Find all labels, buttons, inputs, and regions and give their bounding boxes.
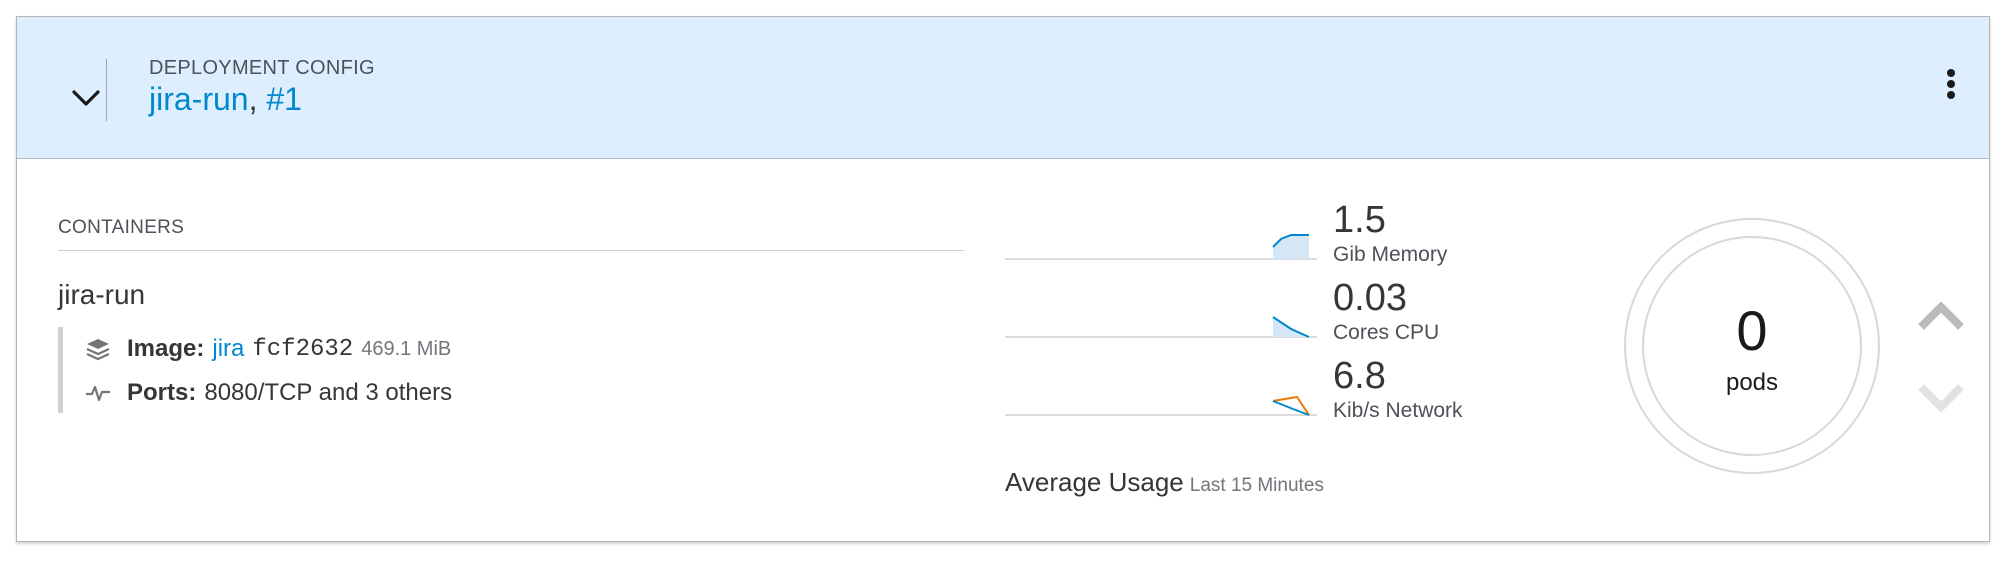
cpu-unit: Cores CPU [1333,321,1440,344]
resource-kind-label: DEPLOYMENT CONFIG [149,57,375,79]
pod-count: 0 [1736,299,1768,362]
image-row: Image: jira fcf2632 469.1 MiB [83,331,451,367]
collapse-toggle-button[interactable] [57,67,117,127]
header-divider [106,59,107,121]
chevron-up-icon [1918,301,1964,330]
chevron-down-icon [72,90,100,106]
network-unit: Kib/s Network [1333,399,1463,422]
resource-title: jira-run, #1 [149,81,302,118]
card-header: DEPLOYMENT CONFIG jira-run, #1 [17,17,1989,159]
deployment-name-link[interactable]: jira-run [149,81,249,117]
ports-row: Ports: 8080/TCP and 3 others [83,375,452,411]
cpu-value: 0.03 [1333,277,1407,319]
image-hash: fcf2632 [252,335,354,363]
ports-label: Ports: [127,379,197,406]
containers-divider [58,250,964,251]
deployment-version-link[interactable]: #1 [266,81,302,117]
containers-heading: CONTAINERS [58,217,185,238]
layers-icon [83,337,113,361]
container-details: Image: jira fcf2632 469.1 MiB Ports: 808… [58,327,658,413]
image-size: 469.1 MiB [361,337,452,360]
chevron-down-icon [1918,384,1964,413]
network-sparkline [1005,395,1317,416]
memory-unit: Gib Memory [1333,243,1448,266]
kebab-icon[interactable] [1943,69,1959,113]
cpu-metric: 0.03 Cores CPU [1005,277,1505,353]
memory-metric: 1.5 Gib Memory [1005,199,1505,275]
average-usage-timeframe: Last 15 Minutes [1189,475,1324,496]
scale-down-button[interactable] [1915,379,1967,419]
pulse-icon [83,383,113,403]
deployment-card: DEPLOYMENT CONFIG jira-run, #1 CONTAINER… [16,16,1990,542]
title-separator: , [248,81,258,117]
cpu-sparkline [1005,316,1317,338]
network-metric: 6.8 Kib/s Network [1005,355,1505,431]
container-name: jira-run [58,279,146,310]
ports-value: 8080/TCP and 3 others [204,379,453,406]
image-link[interactable]: jira [212,335,244,363]
memory-value: 1.5 [1333,199,1386,241]
pod-count-label: pods [1725,369,1779,396]
scale-up-button[interactable] [1915,295,1967,335]
network-value: 6.8 [1333,355,1386,397]
average-usage-title: Average Usage [1005,467,1184,497]
memory-sparkline [1005,234,1317,260]
image-label: Image: [127,335,205,362]
average-usage-label: Average Usage Last 15 Minutes [1005,467,1324,498]
